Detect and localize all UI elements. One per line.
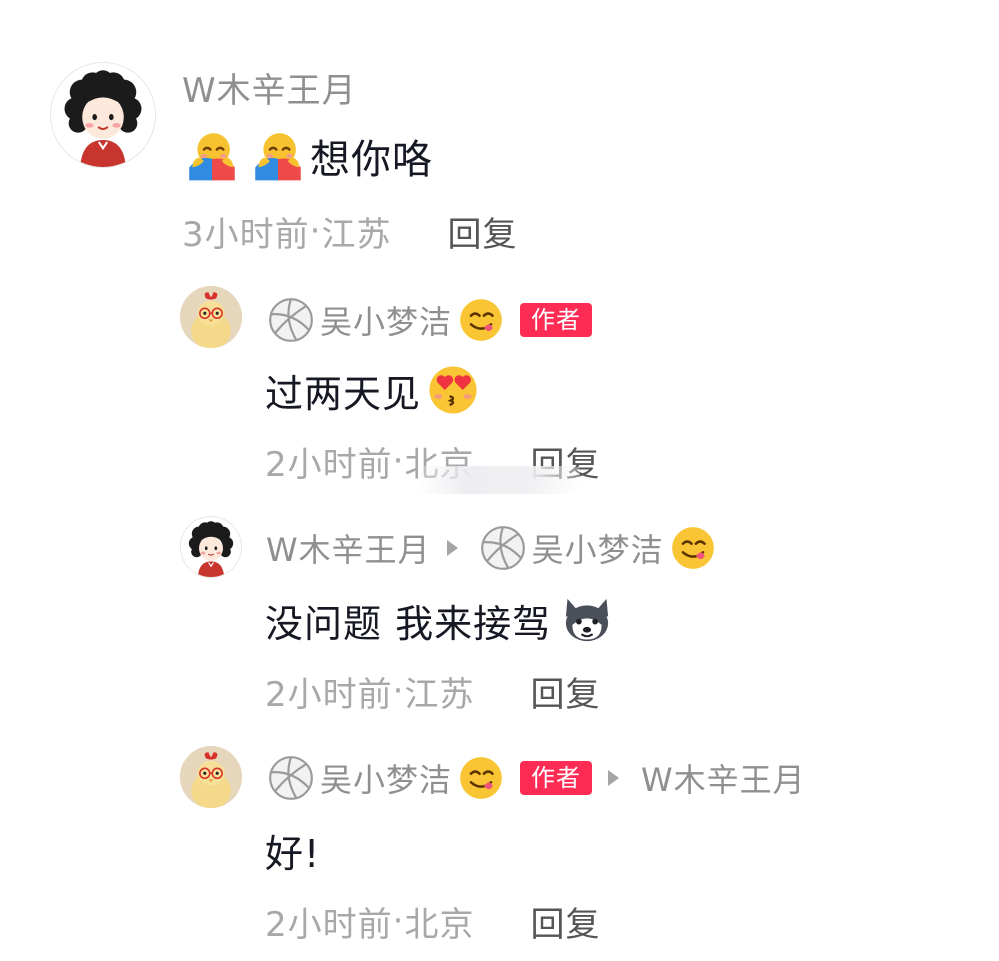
- reply-to-arrow-icon: [608, 770, 620, 786]
- meta-separator: ·: [392, 441, 405, 481]
- reply-location: 北京: [404, 904, 475, 945]
- comment-author-name[interactable]: W木辛王月: [182, 63, 357, 112]
- reply-button[interactable]: 回复: [530, 897, 600, 946]
- comment-author-row: W木辛王月: [182, 63, 357, 112]
- comment-location: 江苏: [321, 214, 392, 255]
- comment-item: W木辛王月 想你咯 3小时前 · 江苏 回复: [0, 0, 999, 260]
- comment-content: 想你咯: [186, 128, 433, 184]
- reply-text: 好!: [265, 831, 321, 876]
- reply-text: 过两天见: [265, 371, 422, 416]
- volleyball-icon: [268, 297, 314, 343]
- reply-content: 过两天见: [265, 362, 479, 418]
- reply-button[interactable]: 回复: [447, 207, 517, 256]
- avatar[interactable]: [180, 516, 242, 578]
- author-badge: 作者: [520, 761, 593, 795]
- avatar[interactable]: [50, 62, 156, 168]
- meta-separator: ·: [392, 901, 405, 941]
- reply-meta: 2小时前 · 北京 回复: [265, 897, 600, 946]
- reply-author-row: 吴小梦洁 作者: [268, 296, 593, 344]
- yum-face-icon: [670, 525, 716, 571]
- comment-time: 3小时前: [182, 214, 310, 255]
- reply-author-row: W木辛王月 吴小梦洁: [266, 524, 716, 572]
- meta-separator: ·: [392, 671, 405, 711]
- avatar[interactable]: [180, 286, 242, 348]
- reply-to-name[interactable]: 吴小梦洁: [532, 525, 664, 571]
- comment-meta: 3小时前 · 江苏 回复: [182, 207, 517, 256]
- reply-author-name[interactable]: W木辛王月: [266, 525, 431, 571]
- reply-button[interactable]: 回复: [530, 667, 600, 716]
- comment-text: 想你咯: [310, 137, 433, 183]
- kissing-heart-eyes-icon: [427, 364, 479, 416]
- hugging-face-icon: [186, 130, 238, 182]
- husky-dog-icon: [561, 594, 613, 646]
- overlay-smudge: [418, 466, 580, 494]
- reply-time: 2小时前: [265, 904, 393, 945]
- reply-location: 江苏: [404, 674, 475, 715]
- reply-to-name[interactable]: W木辛王月: [641, 755, 806, 801]
- reply-text: 没问题 我来接驾: [265, 601, 552, 646]
- reply-meta: 2小时前 · 江苏 回复: [265, 667, 600, 716]
- reply-author-row: 吴小梦洁 作者 W木辛王月: [268, 754, 806, 802]
- reply-content: 好!: [265, 822, 320, 878]
- yum-face-icon: [458, 297, 504, 343]
- meta-separator: ·: [309, 211, 322, 251]
- reply-item: W木辛王月 吴小梦洁 没问题 我来接驾 2小时前 · 江苏 回复: [0, 512, 999, 732]
- author-badge: 作者: [520, 303, 593, 337]
- reply-time: 2小时前: [265, 444, 393, 485]
- reply-content: 没问题 我来接驾: [265, 592, 613, 648]
- avatar[interactable]: [180, 746, 242, 808]
- reply-author-name[interactable]: 吴小梦洁: [320, 297, 452, 343]
- reply-time: 2小时前: [265, 674, 393, 715]
- reply-author-name[interactable]: 吴小梦洁: [320, 755, 452, 801]
- hugging-face-icon: [252, 130, 304, 182]
- volleyball-icon: [480, 525, 526, 571]
- reply-to-arrow-icon: [446, 540, 458, 556]
- reply-item: 吴小梦洁 作者 W木辛王月 好! 2小时前 · 北京 回复: [0, 742, 999, 961]
- volleyball-icon: [268, 755, 314, 801]
- yum-face-icon: [458, 755, 504, 801]
